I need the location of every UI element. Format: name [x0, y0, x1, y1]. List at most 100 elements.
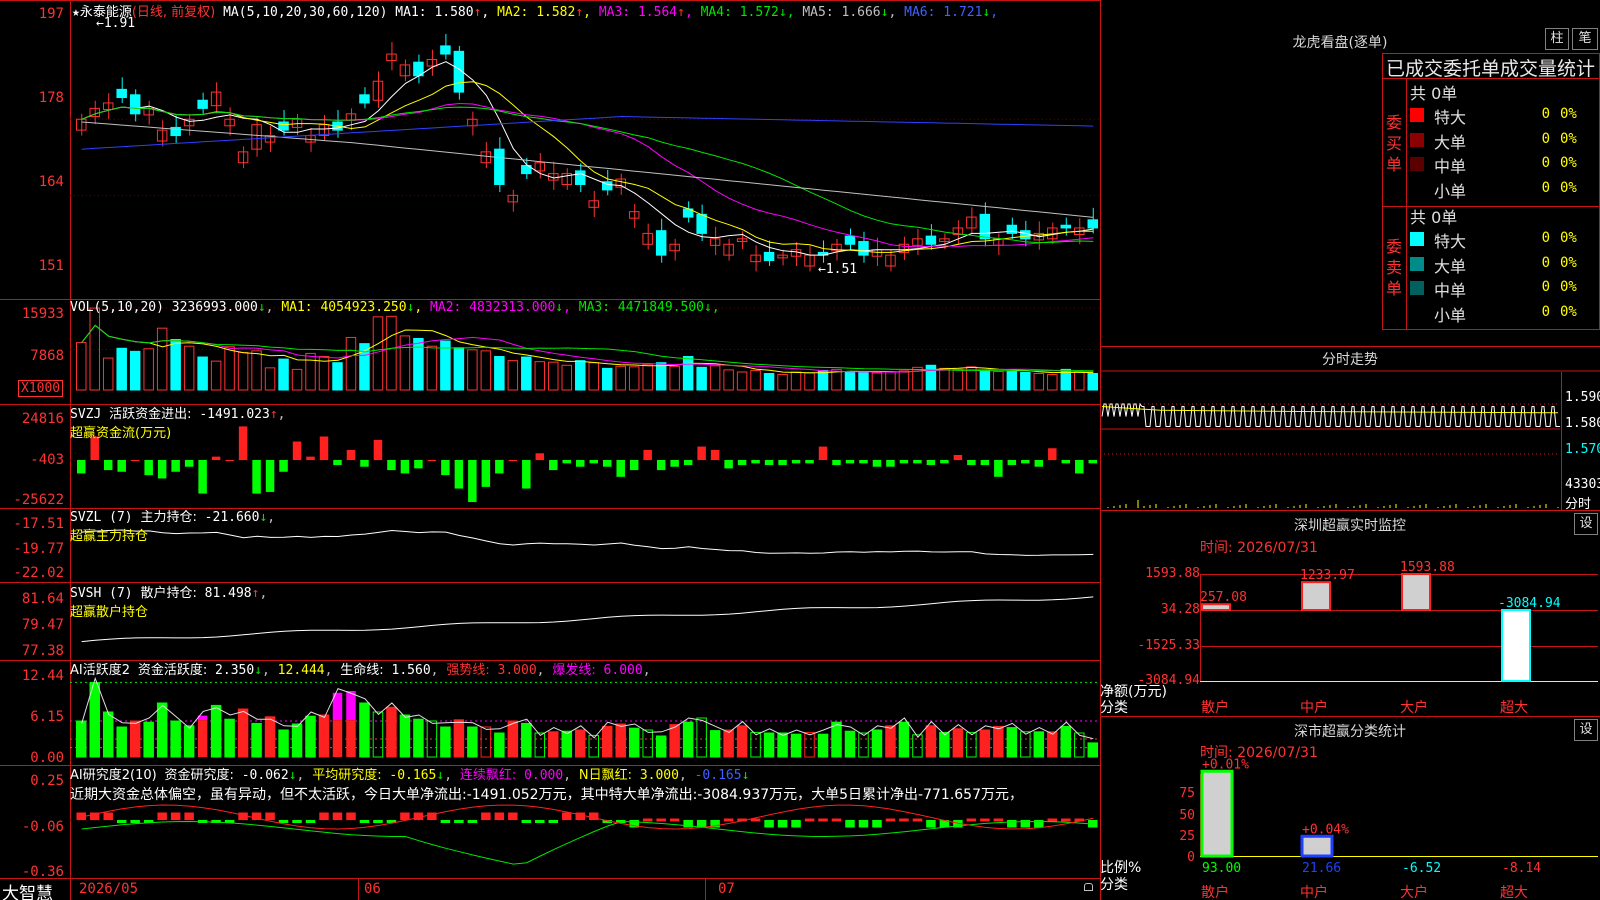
fund-flow-bar [117, 460, 126, 472]
order-size-label: 中单 [1434, 157, 1467, 176]
intraday-vol-label: 分时 [1565, 497, 1592, 512]
fund-flow-bar [427, 460, 437, 461]
order-count: 0 [1541, 155, 1550, 171]
fund-flow-bar [225, 460, 234, 461]
volume-bar [224, 346, 235, 391]
volume-bar [76, 342, 87, 391]
sz-monitor-value-label: 1233.97 [1300, 568, 1355, 583]
ai-active-bar [871, 729, 883, 758]
fund-flow-bar [103, 460, 113, 471]
candle-body [575, 170, 586, 185]
fund-flow-bar [184, 460, 194, 467]
category-label: 散户 [1201, 885, 1229, 900]
sz-tick: 34.28 [1160, 602, 1200, 617]
research-bar [899, 818, 909, 822]
ai-active-tick: 0.00 [30, 750, 64, 766]
ai-active-bar [264, 716, 276, 758]
ai-active-bar [534, 732, 546, 758]
volume-bar [736, 371, 748, 391]
sz-monitor-settings-button[interactable]: 设 [1574, 513, 1598, 535]
research-bar [642, 818, 653, 822]
ai-active-bar [210, 704, 222, 758]
research-bar [831, 818, 842, 822]
order-pct: 0% [1560, 155, 1577, 171]
candle-body [696, 213, 707, 234]
ai-active-bar [966, 731, 977, 758]
ai-research-tick: -0.06 [21, 819, 64, 835]
pie-toggle-button[interactable]: 笔 [1572, 28, 1598, 50]
research-bar [373, 820, 383, 823]
volume-bar [332, 362, 343, 391]
volume-bar [601, 367, 613, 391]
fund-flow-bar [306, 456, 315, 460]
ma-legend-item: MA1: 1.580↑, [395, 5, 498, 20]
research-bar [103, 812, 113, 820]
ma-legend-item: MA6: 1.721↓, [904, 5, 999, 20]
order-color-swatch [1410, 132, 1424, 147]
research-bar [562, 812, 572, 820]
fund-flow-bar [967, 460, 976, 466]
svzl-subtitle: 超赢主力持仓 [70, 529, 149, 544]
ai-active-bar [736, 725, 748, 758]
ai-active-bar [777, 732, 788, 758]
candle-body [858, 241, 869, 256]
ai-active-tick: 6.15 [30, 709, 64, 725]
sz-class-settings-button[interactable]: 设 [1574, 719, 1598, 741]
research-bar [696, 820, 707, 828]
category-label: 超大 [1500, 700, 1528, 716]
price-tick: 178 [38, 90, 64, 106]
ma-params: MA(5,10,20,30,60,120) [223, 5, 388, 20]
fund-flow-bar [495, 460, 504, 474]
candle-body [197, 99, 208, 109]
fund-flow-bar [157, 460, 167, 479]
volume-bar [628, 366, 640, 391]
fund-flow-bar [805, 460, 814, 464]
lock-icon[interactable] [1084, 883, 1093, 891]
ai-active-bar [521, 722, 532, 758]
fund-flow-bar [602, 460, 612, 467]
volume-bar [1087, 373, 1099, 391]
fund-flow-bar [481, 460, 491, 487]
fund-flow-bar [211, 456, 221, 460]
ai-active-bar [844, 730, 856, 758]
ai-active-bar [346, 720, 356, 757]
ai-active-bar [709, 730, 721, 758]
fund-flow-bar [845, 460, 855, 464]
ma4-line [81, 106, 1094, 244]
ai-active-bar [305, 715, 316, 758]
svsh-tick: 77.38 [21, 643, 64, 659]
research-bar [885, 818, 896, 822]
research-bar [467, 820, 478, 823]
volume-bar [264, 367, 276, 391]
sz-class-top-label: +0.04% [1302, 822, 1349, 837]
candle-body [844, 235, 856, 245]
period-label[interactable]: (日线, 前复权) [132, 5, 215, 20]
order-size-label: 特大 [1434, 108, 1467, 127]
volume-bar [993, 370, 1004, 391]
intraday-avg-line [1101, 406, 1559, 414]
vol-tick: 15933 [21, 306, 64, 322]
intraday-tick: 1.570 [1565, 442, 1600, 457]
volume-bar [642, 363, 653, 391]
sz-class-bar [1200, 769, 1234, 858]
candle-body [129, 94, 141, 115]
order-count: 0 [1541, 230, 1550, 246]
research-bar [669, 818, 680, 822]
ai-active-bar [237, 708, 249, 758]
candle-body [1020, 230, 1031, 240]
ai-active-bar [116, 726, 127, 758]
ai-active-bar [696, 717, 707, 758]
ai-active-bar [440, 726, 451, 758]
volume-bar [183, 345, 195, 391]
brand-logo[interactable]: 大智慧 [2, 879, 53, 900]
fund-flow-bar [643, 449, 652, 460]
intraday-title: 分时走势 [1322, 352, 1378, 368]
research-bar [184, 812, 194, 820]
ai-active-bar [413, 718, 424, 758]
ma-legend: MA1: 1.580↑, MA2: 1.582↑, MA3: 1.564↑, M… [395, 5, 998, 20]
fund-flow-bar [1088, 460, 1097, 464]
research-bar [993, 818, 1004, 822]
bar-toggle-button[interactable]: 柱 [1545, 28, 1569, 50]
research-bar [1047, 818, 1058, 822]
vol-ma-legend-item: MA1: 4054923.250↓, [281, 300, 431, 315]
